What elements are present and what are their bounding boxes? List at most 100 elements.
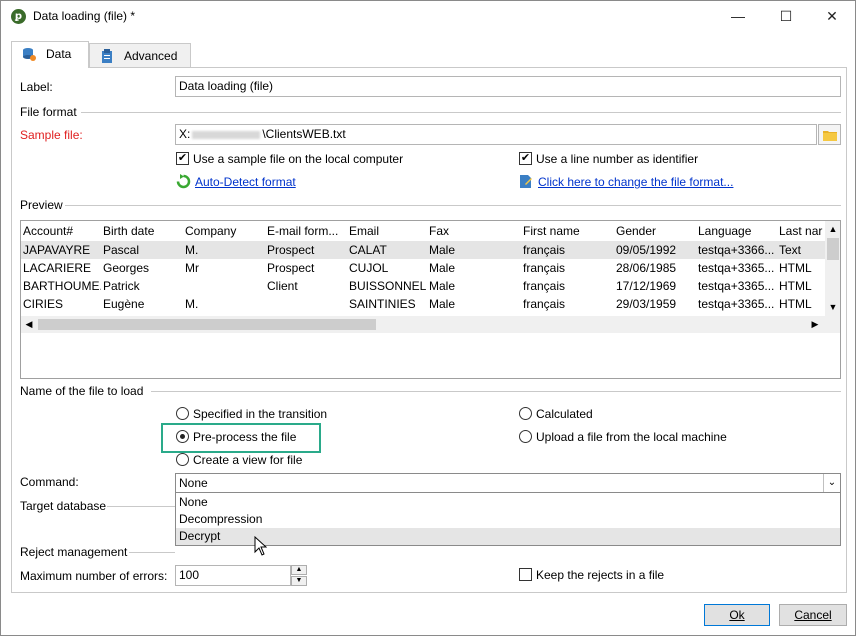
ok-button-label: Ok xyxy=(729,608,745,622)
table-cell[interactable]: Male xyxy=(427,241,521,259)
label-input[interactable]: Data loading (file) xyxy=(175,76,841,97)
file-to-load-section-title: Name of the file to load xyxy=(20,384,144,398)
divider xyxy=(81,112,841,113)
column-header[interactable]: E-mail form... xyxy=(265,222,347,240)
create-view-label: Create a view for file xyxy=(193,453,303,467)
minimize-button[interactable]: — xyxy=(715,1,761,32)
browse-folder-button[interactable] xyxy=(818,124,841,145)
table-cell[interactable]: français xyxy=(521,277,614,295)
table-cell[interactable]: HTML xyxy=(777,295,825,313)
table-cell[interactable]: JAPAVAYRE xyxy=(21,241,101,259)
use-line-number-label: Use a line number as identifier xyxy=(536,152,699,166)
column-header[interactable]: Gender xyxy=(614,222,696,240)
table-cell[interactable]: testqa+3366... xyxy=(696,241,777,259)
decrement-icon[interactable]: ▼ xyxy=(291,576,307,586)
table-cell[interactable]: Male xyxy=(427,295,521,313)
preprocess-file-radio[interactable] xyxy=(176,430,189,443)
scroll-up-icon[interactable]: ▲ xyxy=(825,221,840,237)
clipboard-icon xyxy=(100,47,114,63)
table-cell[interactable]: LACARIERE xyxy=(21,259,101,277)
command-label: Command: xyxy=(20,475,79,489)
table-cell[interactable]: Prospect xyxy=(265,241,347,259)
table-cell[interactable]: testqa+3365... xyxy=(696,277,777,295)
keep-rejects-checkbox[interactable] xyxy=(519,568,532,581)
column-header[interactable]: Account# xyxy=(21,222,101,240)
scroll-right-icon[interactable]: ▶ xyxy=(807,316,823,333)
table-cell[interactable]: M. xyxy=(183,295,265,313)
table-cell[interactable]: Prospect xyxy=(265,259,347,277)
table-cell[interactable]: 28/06/1985 xyxy=(614,259,696,277)
table-cell[interactable]: 09/05/1992 xyxy=(614,241,696,259)
column-header[interactable]: First name xyxy=(521,222,614,240)
maximize-button[interactable]: ☐ xyxy=(763,1,809,32)
refresh-icon xyxy=(176,174,191,189)
close-button[interactable]: ✕ xyxy=(809,1,855,32)
scroll-down-icon[interactable]: ▼ xyxy=(825,299,840,315)
table-cell[interactable]: CUJOL xyxy=(347,259,427,277)
column-header[interactable]: Last nar xyxy=(777,222,825,240)
table-cell[interactable]: Male xyxy=(427,277,521,295)
table-cell[interactable]: Male xyxy=(427,259,521,277)
change-file-format-link[interactable]: Click here to change the file format... xyxy=(538,175,733,189)
scroll-left-icon[interactable]: ◀ xyxy=(21,316,37,333)
table-cell[interactable]: français xyxy=(521,259,614,277)
table-cell[interactable]: HTML xyxy=(777,277,825,295)
command-options-list[interactable]: None Decompression Decrypt xyxy=(175,492,841,546)
table-cell[interactable]: 17/12/1969 xyxy=(614,277,696,295)
vertical-scrollbar[interactable]: ▲ ▼ xyxy=(825,221,840,316)
table-cell[interactable]: Text xyxy=(777,241,825,259)
command-option-decrypt[interactable]: Decrypt xyxy=(176,528,840,545)
upload-local-radio[interactable] xyxy=(519,430,532,443)
create-view-radio[interactable] xyxy=(176,453,189,466)
command-option-decompression[interactable]: Decompression xyxy=(176,511,840,528)
table-cell[interactable]: Mr xyxy=(183,259,265,277)
column-header[interactable]: Language xyxy=(696,222,777,240)
table-cell[interactable]: testqa+3365... xyxy=(696,295,777,313)
table-cell[interactable]: Eugène xyxy=(101,295,183,313)
horizontal-scrollbar[interactable]: ◀ ▶ xyxy=(21,316,840,333)
tab-advanced[interactable]: Advanced xyxy=(89,43,191,68)
command-option-none[interactable]: None xyxy=(176,494,840,511)
table-cell[interactable]: BARTHOUME... xyxy=(21,277,101,295)
horizontal-scroll-thumb[interactable] xyxy=(38,319,376,330)
use-line-number-checkbox[interactable]: ✔ xyxy=(519,152,532,165)
vertical-scroll-thumb[interactable] xyxy=(827,238,839,260)
cancel-button-label: Cancel xyxy=(794,608,832,622)
table-cell[interactable]: Patrick xyxy=(101,277,183,295)
table-cell[interactable]: testqa+3365... xyxy=(696,259,777,277)
table-cell[interactable]: français xyxy=(521,241,614,259)
tab-data-label: Data xyxy=(46,47,72,61)
table-cell[interactable]: BUISSONNEL xyxy=(347,277,427,295)
table-cell[interactable] xyxy=(265,295,347,313)
max-errors-input[interactable]: 100 xyxy=(175,565,291,586)
table-cell[interactable]: M. xyxy=(183,241,265,259)
column-header[interactable]: Email xyxy=(347,222,427,240)
table-cell[interactable]: Client xyxy=(265,277,347,295)
table-cell[interactable]: Pascal xyxy=(101,241,183,259)
table-cell[interactable]: SAINTINIES xyxy=(347,295,427,313)
column-header[interactable]: Birth date xyxy=(101,222,183,240)
chevron-down-icon[interactable]: ⌄ xyxy=(823,474,840,492)
table-cell[interactable]: CIRIES xyxy=(21,295,101,313)
column-header[interactable]: Company xyxy=(183,222,265,240)
auto-detect-link[interactable]: Auto-Detect format xyxy=(195,175,296,189)
table-cell[interactable]: 29/03/1959 xyxy=(614,295,696,313)
calculated-radio[interactable] xyxy=(519,407,532,420)
tab-data[interactable]: Data xyxy=(11,41,89,68)
tab-advanced-label: Advanced xyxy=(124,49,178,63)
table-cell[interactable]: CALAT xyxy=(347,241,427,259)
use-sample-local-checkbox[interactable]: ✔ xyxy=(176,152,189,165)
table-cell[interactable]: français xyxy=(521,295,614,313)
column-header[interactable]: Fax xyxy=(427,222,521,240)
ok-button[interactable]: Ok xyxy=(704,604,770,626)
specified-in-transition-radio[interactable] xyxy=(176,407,189,420)
cancel-button[interactable]: Cancel xyxy=(779,604,847,626)
file-format-section-title: File format xyxy=(20,105,77,119)
command-dropdown[interactable]: None ⌄ xyxy=(175,473,841,493)
table-cell[interactable]: Georges xyxy=(101,259,183,277)
table-cell[interactable]: HTML xyxy=(777,259,825,277)
sample-file-input[interactable]: X: \ClientsWEB.txt xyxy=(175,124,817,145)
increment-icon[interactable]: ▲ xyxy=(291,565,307,575)
table-cell[interactable] xyxy=(183,277,265,295)
preview-grid[interactable]: Account# Birth date Company E-mail form... E… xyxy=(20,220,841,379)
